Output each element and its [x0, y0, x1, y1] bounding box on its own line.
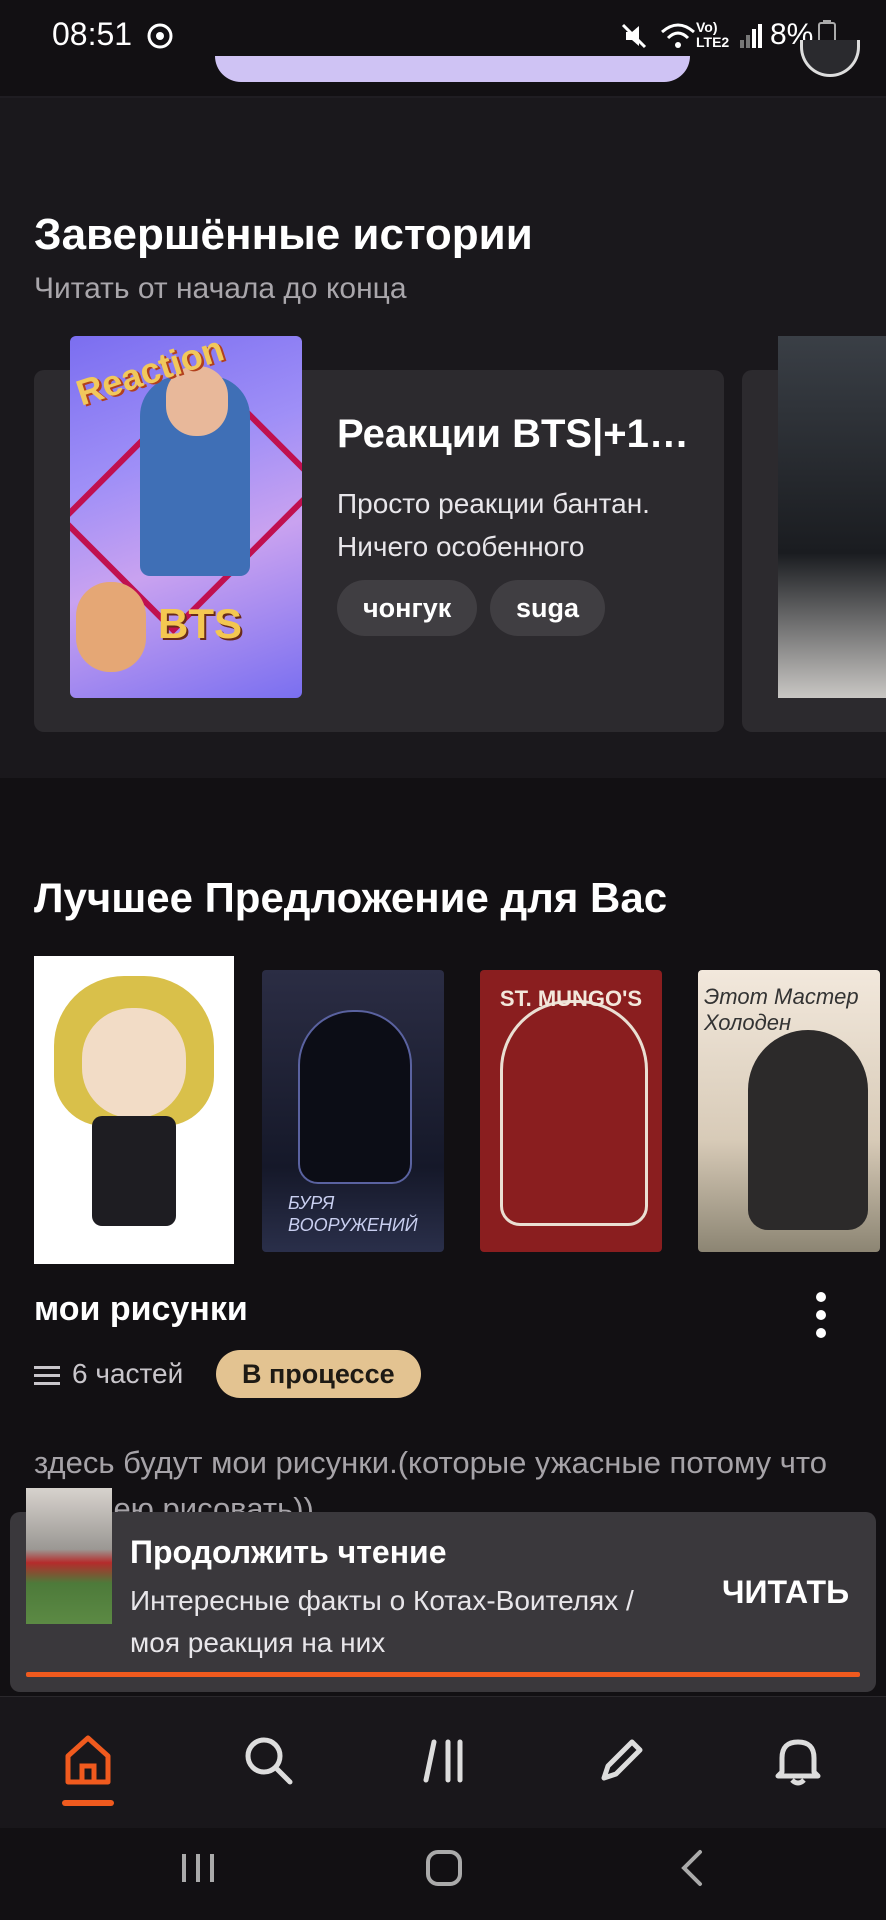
write-icon[interactable] — [590, 1730, 650, 1790]
book-cover[interactable]: ST. MUNGO'S — [480, 970, 662, 1252]
mute-icon — [621, 23, 647, 49]
search-icon[interactable] — [238, 1730, 298, 1790]
book-cover[interactable]: БУРЯ ВООРУЖЕНИЙ — [262, 970, 444, 1252]
story-cover[interactable]: Reaction BTS — [70, 336, 302, 698]
story-title: Реакции BTS|+1… — [337, 412, 689, 456]
status-badge: В процессе — [216, 1350, 421, 1398]
recommend-title: Лучшее Предложение для Вас — [34, 874, 668, 921]
story-description: Просто реакции бантан. Ничего особенного — [337, 488, 650, 562]
cover-label: ST. MUNGO'S — [499, 986, 643, 1011]
cover-text-bts: BTS — [158, 600, 242, 647]
tag-chip[interactable]: suga — [490, 580, 606, 636]
home-button-icon[interactable] — [422, 1846, 466, 1890]
sync-icon — [147, 23, 173, 49]
reading-progress-bar — [26, 1672, 860, 1677]
back-icon[interactable] — [672, 1846, 716, 1890]
continue-reading-subtitle: Интересные факты о Котах-Воителях / моя … — [130, 1585, 634, 1658]
nav-active-indicator — [62, 1800, 114, 1806]
top-search-pill[interactable] — [215, 56, 690, 82]
continue-reading-cover[interactable] — [26, 1488, 112, 1624]
read-button[interactable]: ЧИТАТЬ — [722, 1574, 849, 1611]
book-cover[interactable]: Этот Мастер Холоден — [698, 970, 880, 1252]
tag-chip[interactable]: чонгук — [337, 580, 478, 636]
list-icon — [34, 1365, 60, 1386]
signal-icon — [740, 24, 762, 48]
continue-reading-title: Продолжить чтение — [130, 1534, 447, 1570]
status-time: 08:51 — [52, 16, 133, 52]
notifications-icon[interactable] — [768, 1730, 828, 1790]
parts-label: 6 частей — [72, 1358, 184, 1389]
cover-label: Этот Мастер Холоден — [704, 984, 859, 1035]
completed-title: Завершённые истории — [34, 210, 533, 259]
wifi-icon — [661, 23, 695, 48]
next-story-cover[interactable] — [778, 336, 886, 698]
home-icon[interactable] — [58, 1730, 118, 1790]
more-options-icon[interactable] — [806, 1290, 836, 1340]
cover-label: БУРЯ ВООРУЖЕНИЙ — [288, 1193, 418, 1235]
book-cover-selected[interactable] — [34, 956, 234, 1264]
library-icon[interactable] — [416, 1730, 476, 1790]
parts-count: 6 частей — [34, 1358, 183, 1390]
book-title[interactable]: мои рисунки — [34, 1290, 248, 1329]
network-label: Vo) LTE2 — [696, 19, 730, 50]
completed-subtitle: Читать от начала до конца — [34, 272, 407, 305]
recent-apps-icon[interactable] — [176, 1846, 220, 1890]
